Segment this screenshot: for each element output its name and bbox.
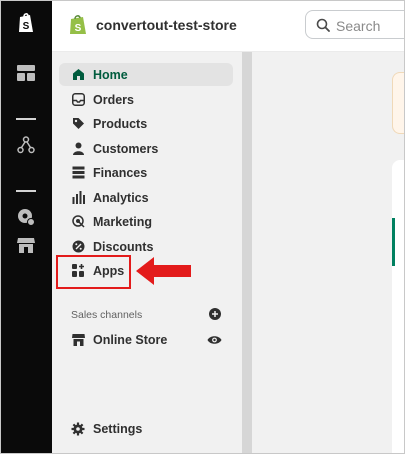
card-accent bbox=[392, 218, 395, 266]
tag-icon bbox=[71, 117, 85, 131]
main-content bbox=[252, 52, 405, 454]
sidebar-item-label: Finances bbox=[93, 165, 148, 180]
sidebar-item-label: Analytics bbox=[93, 190, 149, 205]
sales-channels-heading: Sales channels bbox=[71, 309, 143, 321]
search-placeholder: Search bbox=[336, 18, 381, 34]
sidebar-item-finances[interactable]: Finances bbox=[59, 161, 233, 184]
sidebar-item-orders[interactable]: Orders bbox=[59, 88, 233, 111]
store-icon[interactable] bbox=[15, 234, 37, 256]
annotation-highlight-box bbox=[56, 255, 131, 289]
sidebar-item-marketing[interactable]: Marketing bbox=[59, 210, 233, 233]
alert-card bbox=[392, 72, 405, 134]
bar-chart-icon bbox=[71, 191, 85, 205]
annotation-arrow-icon bbox=[136, 256, 192, 286]
discount-icon bbox=[71, 240, 85, 254]
sidebar-item-label: Customers bbox=[93, 141, 159, 156]
sidebar-item-analytics[interactable]: Analytics bbox=[59, 186, 233, 209]
eye-icon[interactable] bbox=[207, 334, 222, 346]
sidebar-item-products[interactable]: Products bbox=[59, 112, 233, 135]
sidebar-item-label: Online Store bbox=[93, 332, 168, 347]
rail-divider bbox=[16, 190, 36, 192]
sidebar-item-label: Home bbox=[93, 67, 128, 82]
top-bar: S convertout-test-store Search bbox=[52, 0, 405, 52]
settings-icon[interactable] bbox=[15, 206, 37, 228]
sidebar-item-label: Discounts bbox=[93, 239, 154, 254]
sidebar-item-label: Orders bbox=[93, 92, 134, 107]
gear-icon bbox=[71, 422, 85, 436]
bank-icon bbox=[71, 166, 85, 180]
person-icon bbox=[71, 142, 85, 156]
sidebar-scrollbar[interactable] bbox=[242, 52, 252, 454]
sidebar-item-label: Products bbox=[93, 116, 148, 131]
sidebar-item-customers[interactable]: Customers bbox=[59, 137, 233, 160]
content-card bbox=[392, 160, 405, 454]
sidebar-item-label: Marketing bbox=[93, 214, 153, 229]
shopify-bag-icon: S bbox=[68, 14, 88, 36]
rail-divider bbox=[16, 118, 36, 120]
sidebar-item-home[interactable]: Home bbox=[59, 63, 233, 86]
orders-icon bbox=[71, 93, 85, 107]
app-rail: S bbox=[0, 0, 52, 454]
home-icon bbox=[71, 68, 85, 82]
svg-text:S: S bbox=[75, 23, 82, 34]
store-name[interactable]: convertout-test-store bbox=[96, 17, 237, 33]
add-channel-icon[interactable] bbox=[209, 308, 221, 320]
sidebar-item-label: Settings bbox=[93, 421, 143, 436]
search-input[interactable]: Search bbox=[305, 10, 405, 39]
dashboard-icon[interactable] bbox=[15, 62, 37, 84]
search-icon bbox=[316, 18, 330, 32]
store-icon bbox=[71, 333, 85, 347]
flow-icon[interactable] bbox=[15, 134, 37, 156]
shopify-logo-icon[interactable]: S bbox=[15, 12, 37, 34]
target-icon bbox=[71, 215, 85, 229]
svg-text:S: S bbox=[23, 21, 30, 32]
sidebar-item-settings[interactable]: Settings bbox=[59, 417, 233, 440]
